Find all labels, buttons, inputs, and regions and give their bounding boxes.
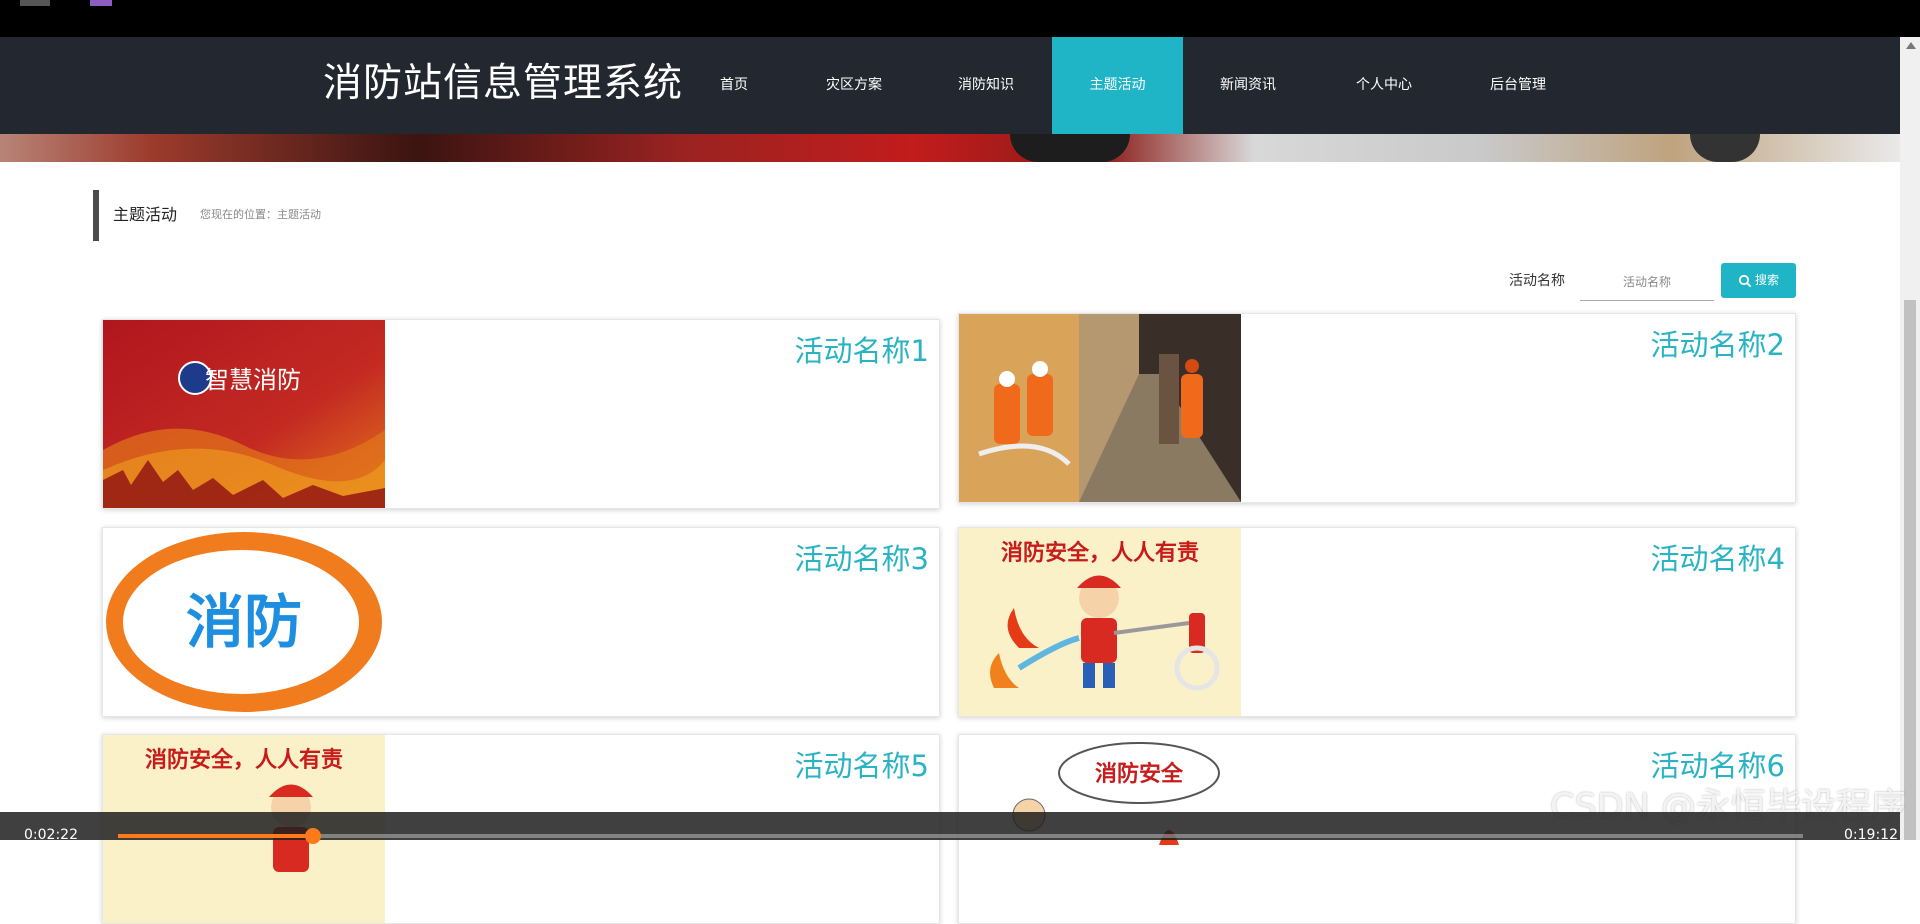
search-label: 活动名称 [1509,273,1565,289]
activity-card[interactable]: 智慧消防 活动名称1 [102,319,940,509]
activity-name-search-input[interactable] [1580,264,1714,301]
activity-title[interactable]: 活动名称2 [1651,326,1785,364]
video-progress-handle[interactable] [305,828,321,844]
browser-top-strip [0,0,1920,37]
thumbnail-text: 智慧消防 [205,366,301,394]
banner-wheel [1010,134,1130,162]
section-title: 主题活动 [113,205,178,224]
activity-card[interactable]: 活动名称2 [958,313,1796,503]
search-button[interactable]: 搜索 [1721,263,1796,298]
scrollbar-thumb[interactable] [1904,300,1916,840]
activity-title[interactable]: 活动名称5 [795,747,929,785]
site-logo[interactable]: 消防站信息管理系统 [323,61,683,107]
search-icon [1738,274,1752,287]
activity-thumbnail[interactable] [959,314,1241,502]
breadcrumb-accent-bar [93,190,99,241]
nav-news[interactable]: 新闻资讯 [1206,37,1290,134]
activity-thumbnail[interactable]: 消防安全，人人有责 [959,528,1241,716]
video-progress-track[interactable] [118,834,1803,838]
activity-title[interactable]: 活动名称6 [1651,747,1785,785]
thumbnail-text: 消防安全，人人有责 [1001,540,1199,566]
activity-card[interactable]: 消防 活动名称3 [102,527,940,717]
activity-thumbnail[interactable]: 消防 [103,528,385,716]
banner-wheel [1690,134,1760,162]
scroll-up-icon[interactable] [1906,42,1916,49]
video-progress-fill [118,834,313,838]
thumbnail-text: 消防安全 [1095,761,1184,787]
tab-fragment [20,0,50,6]
nav-personal-center[interactable]: 个人中心 [1342,37,1426,134]
nav-home[interactable]: 首页 [702,37,766,134]
activity-title[interactable]: 活动名称1 [795,332,929,370]
activity-title[interactable]: 活动名称3 [795,540,929,578]
thumbnail-text: 消防安全，人人有责 [145,747,343,773]
activity-thumbnail[interactable]: 智慧消防 [103,320,385,508]
activity-card[interactable]: 消防安全，人人有责 活动名称4 [958,527,1796,717]
banner-image [0,134,1900,162]
breadcrumb-location: 您现在的位置：主题活动 [200,208,321,221]
thumbnail-text: 消防 [186,588,302,656]
nav-theme-activity[interactable]: 主题活动 [1052,37,1183,134]
nav-fire-knowledge[interactable]: 消防知识 [944,37,1028,134]
nav-disaster-plan[interactable]: 灾区方案 [812,37,896,134]
activity-title[interactable]: 活动名称4 [1651,540,1785,578]
search-button-label: 搜索 [1754,273,1779,287]
tab-icon-fragment [90,0,112,6]
nav-admin[interactable]: 后台管理 [1476,37,1560,134]
